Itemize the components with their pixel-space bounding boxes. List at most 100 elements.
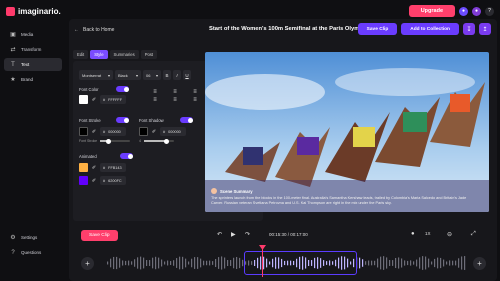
tab-style[interactable]: Style (90, 50, 108, 59)
waveform-bar (140, 256, 142, 270)
playhead[interactable] (262, 247, 263, 277)
waveform-bar (404, 260, 406, 266)
sidebar-item-brand[interactable]: ★ Brand (4, 73, 62, 86)
tab-summaries[interactable]: Summaries (109, 50, 139, 59)
question-icon: ? (11, 249, 15, 256)
align-right-icon[interactable]: ≡ (189, 89, 201, 95)
video-preview[interactable]: Scene Summary The sprinters launch from … (205, 52, 489, 212)
eyedropper-icon[interactable]: ✐ (90, 95, 98, 104)
notification-icon[interactable]: ● (459, 6, 468, 16)
sidebar-item-text[interactable]: T Text (4, 58, 62, 71)
tab-post[interactable]: Post (140, 50, 158, 59)
add-to-collection-button[interactable]: Add to Collection (401, 23, 459, 35)
font-family-select[interactable]: Montserrat ▾ (79, 70, 113, 80)
font-size-select[interactable]: 06 ▾ (143, 70, 161, 80)
add-clip-right-icon[interactable]: + (473, 257, 486, 270)
animated-color-2-hex[interactable]: #6200FC (100, 176, 126, 185)
align-middle-icon[interactable]: ≡ (169, 97, 181, 103)
upgrade-button[interactable]: Upgrade (408, 5, 455, 17)
font-shadow-slider[interactable] (143, 138, 174, 144)
align-center-icon[interactable]: ≡ (169, 89, 181, 95)
waveform-bar (461, 256, 463, 270)
font-shadow-toggle[interactable] (180, 117, 193, 123)
save-clip-button-secondary[interactable]: Save Clip (81, 230, 118, 241)
sidebar-item-label: Questions (21, 250, 42, 255)
record-icon[interactable]: ● (411, 231, 415, 237)
waveform-bar (185, 258, 187, 268)
download-icon[interactable]: ↧ (463, 23, 475, 35)
waveform-bar (149, 260, 151, 266)
sidebar-item-label: Settings (21, 235, 38, 240)
font-shadow-swatch[interactable] (139, 127, 148, 136)
align-top-icon[interactable]: ≡ (149, 97, 161, 103)
eyedropper-icon[interactable]: ✐ (90, 127, 98, 136)
help-icon[interactable]: ? (485, 6, 494, 16)
font-color-swatch[interactable] (79, 95, 88, 104)
add-clip-left-icon[interactable]: + (81, 257, 94, 270)
waveform-bar (398, 257, 400, 269)
eyedropper-icon[interactable]: ✐ (90, 163, 98, 172)
eyedropper-icon[interactable]: ✐ (150, 127, 158, 136)
waveform-bar (419, 257, 421, 269)
sidebar-item-transform[interactable]: ⇄ Transform (4, 43, 62, 56)
waveform-bar (431, 261, 433, 265)
waveform-bar (362, 259, 364, 267)
waveform-bar (440, 257, 442, 269)
waveform-bar (368, 260, 370, 266)
speed-select[interactable]: 1X (425, 231, 431, 236)
animated-toggle[interactable] (120, 153, 133, 159)
sidebar-item-settings[interactable]: ⚙ Settings (4, 231, 62, 244)
save-clip-button[interactable]: Save Clip (357, 23, 398, 35)
waveform-bar (386, 257, 388, 269)
underline-icon[interactable]: U (183, 70, 191, 80)
waveform-bar (215, 258, 217, 268)
caption-overlay: Scene Summary The sprinters launch from … (211, 188, 473, 206)
waveform-bar (134, 259, 136, 267)
timeline[interactable]: + + (77, 245, 489, 279)
animated-color-1-hex[interactable]: # FFB143 (100, 163, 126, 172)
caption-text: The sprinters launch from the blocks in … (211, 196, 467, 205)
font-stroke-hex[interactable]: #000000 (100, 127, 126, 136)
align-left-icon[interactable]: ≡ (149, 89, 161, 95)
eyedropper-icon[interactable]: ✐ (90, 176, 98, 185)
arrow-left-icon: ← (74, 27, 79, 33)
tab-edit[interactable]: Edit (73, 50, 89, 59)
font-stroke-slider[interactable] (100, 138, 131, 144)
back-button[interactable]: ← Back to Home (74, 27, 114, 33)
clip-selection[interactable] (244, 251, 357, 275)
rewind-icon[interactable]: ↶ (217, 231, 222, 238)
font-color-hex[interactable]: # FFFFFF (100, 95, 126, 104)
editor-tabs: Edit Style Summaries Post (73, 50, 158, 59)
font-stroke-toggle[interactable] (116, 117, 129, 123)
share-icon[interactable]: ↥ (479, 23, 491, 35)
waveform-bar (188, 261, 190, 265)
font-stroke-swatch[interactable] (79, 127, 88, 136)
font-color-toggle[interactable] (116, 86, 129, 92)
fullscreen-icon[interactable]: ⤢ (471, 231, 476, 238)
animated-color-1-swatch[interactable] (79, 163, 88, 172)
font-weight-select[interactable]: Black ▾ (115, 70, 141, 80)
bold-icon[interactable]: B (163, 70, 171, 80)
avatar[interactable]: ● (472, 6, 481, 16)
sidebar-item-media[interactable]: ▣ Media (4, 28, 62, 41)
forward-icon[interactable]: ↷ (245, 231, 250, 238)
transform-icon: ⇄ (10, 47, 16, 53)
align-bottom-icon[interactable]: ≡ (189, 97, 201, 103)
sidebar-item-questions[interactable]: ? Questions (4, 246, 62, 259)
waveform-bar (236, 256, 238, 270)
waveform-bar (122, 260, 124, 266)
waveform-bar (164, 261, 166, 265)
logo[interactable]: imaginario. (6, 6, 61, 16)
font-shadow-hex[interactable]: #000000 (160, 127, 186, 136)
waveform-bar (374, 260, 376, 266)
waveform-bar (395, 257, 397, 269)
waveform-bar (389, 259, 391, 267)
chevron-down-icon: ▾ (155, 72, 158, 78)
waveform-bar (452, 260, 454, 266)
animated-color-2-swatch[interactable] (79, 176, 88, 185)
zoom-out-icon[interactable]: ⊖ (447, 231, 452, 238)
font-weight-value: Black (118, 72, 128, 78)
waveform-bar (446, 261, 448, 265)
italic-icon[interactable]: I (173, 70, 181, 80)
play-icon[interactable]: ▶ (231, 231, 236, 238)
